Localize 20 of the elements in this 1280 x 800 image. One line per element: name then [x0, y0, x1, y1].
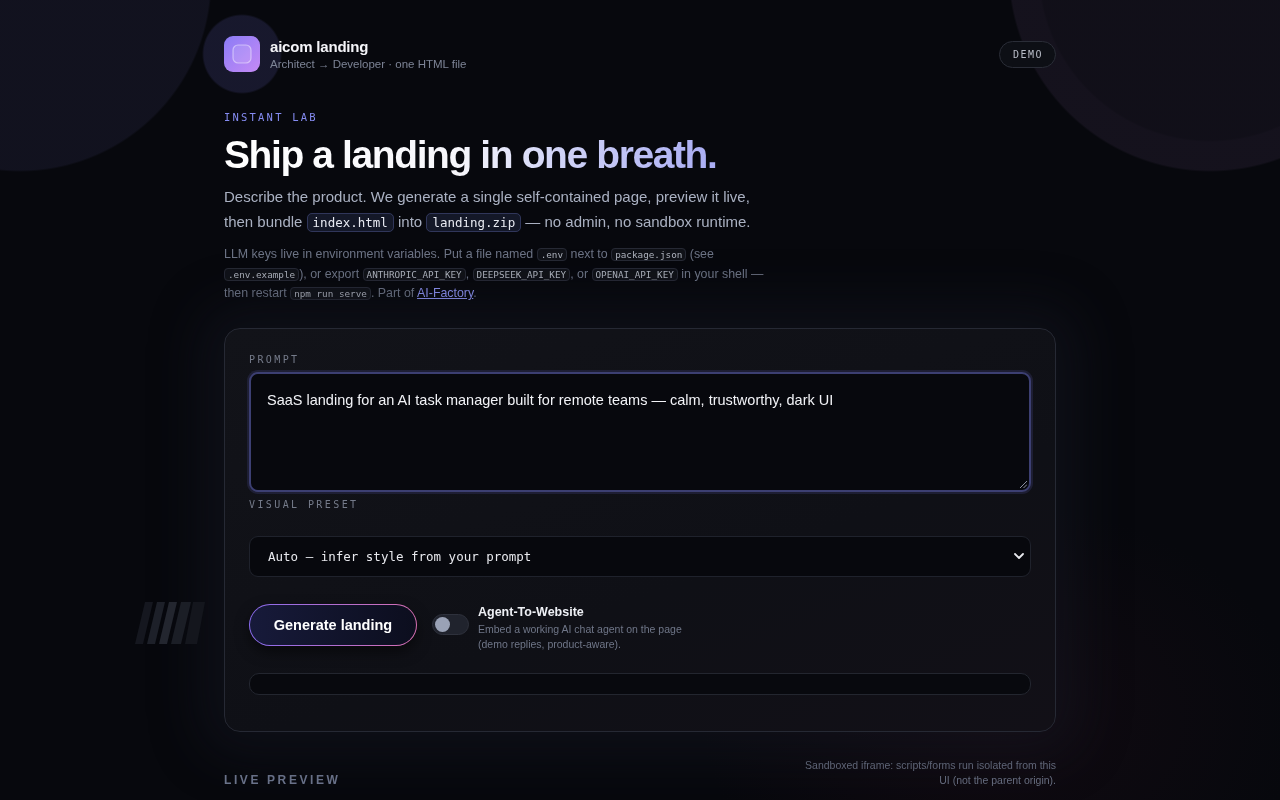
prompt-field[interactable]: SaaS landing for an AI task manager built for remote teams — calm, trustworthy, dark UI — [249, 371, 1031, 492]
resize-handle-icon[interactable] — [1019, 479, 1027, 488]
setup-note: LLM keys live in environment variables. Put a file named .env next to package.json (see .env.example ), or export ANTHROPIC_API_KEY , DEEPSEEK_API_KEY , or OPENAI_API_KEY in your shell — then restart npm run serve . Part of AI-Factory. — [224, 246, 765, 302]
stripes-decoration — [135, 601, 205, 644]
logo-icon — [224, 36, 260, 72]
preset-select[interactable]: Auto — infer style from your prompt — [249, 535, 1031, 577]
toggle-description: Embed a working AI chat agent on the page (demo replies, product-aware). — [478, 621, 683, 652]
generate-button[interactable]: Generate landing — [249, 603, 417, 646]
brand-tagline: Architect → Developer · one HTML file — [270, 56, 467, 72]
sandbox-note: Sandboxed iframe: scripts/forms run isolated from this UI (not the parent origin). — [804, 757, 1056, 788]
toggle-label: Agent-To-Website — [478, 603, 585, 620]
eyebrow-label: INSTANT LAB — [224, 110, 319, 124]
intro-text: Describe the product. We generate a single self-contained page, preview it live, then bundle index.html into landing.zip — no admin, no sandbox runtime. — [224, 187, 752, 234]
agent-toggle[interactable] — [432, 613, 469, 635]
brand-name: aicom landing — [270, 36, 370, 56]
preset-label: VISUAL PRESET — [249, 497, 360, 512]
chevron-down-icon — [1014, 553, 1024, 559]
prompt-label: PROMPT — [249, 352, 301, 367]
demo-badge: DEMO — [998, 40, 1056, 68]
live-preview-heading: LIVE PREVIEW — [224, 771, 341, 788]
